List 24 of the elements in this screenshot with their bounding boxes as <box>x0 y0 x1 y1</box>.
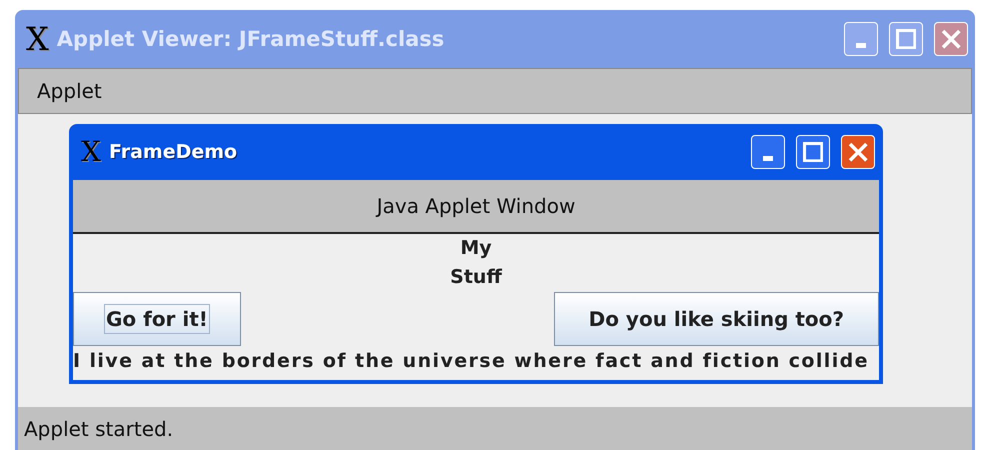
window-logo: X <box>81 138 101 166</box>
footer-text: I live at the borders of the universe where fact and fiction collide <box>73 349 870 374</box>
maximize-button[interactable] <box>889 22 923 56</box>
header-label: Java Applet Window <box>73 180 879 234</box>
window-title: FrameDemo <box>108 141 238 163</box>
action-button[interactable]: Do you like skiing too? <box>554 292 879 346</box>
label: My <box>460 236 492 261</box>
menu-item[interactable]: Applet <box>37 79 102 103</box>
minimize-button[interactable] <box>844 22 878 56</box>
close-button[interactable] <box>934 22 968 56</box>
window-title: Applet Viewer: JFrameStuff.class <box>56 27 446 51</box>
close-icon <box>848 142 868 162</box>
maximize-icon <box>896 28 916 50</box>
close-icon <box>940 28 962 50</box>
maximize-button[interactable] <box>796 135 830 169</box>
action-button[interactable]: Go for it! <box>73 292 241 346</box>
maximize-icon <box>802 142 824 162</box>
minimize-icon <box>762 156 774 162</box>
status-bar: Applet started. <box>18 407 972 450</box>
window-logo: X <box>26 23 49 55</box>
minimize-button[interactable] <box>751 135 785 169</box>
close-button[interactable] <box>841 135 875 169</box>
minimize-icon <box>856 43 866 48</box>
label: Stuff <box>450 265 502 290</box>
